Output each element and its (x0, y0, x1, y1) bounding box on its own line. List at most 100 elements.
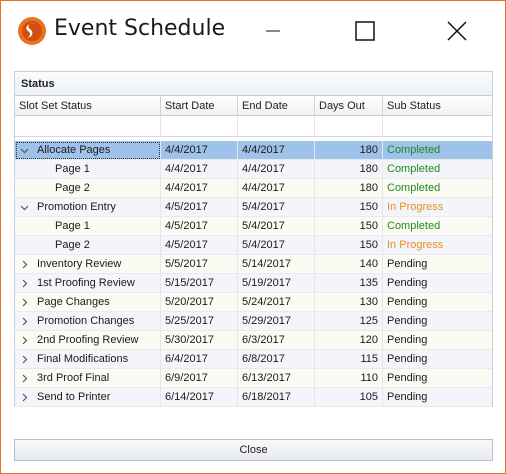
cell-slot-set-status[interactable]: Send to Printer (15, 388, 161, 407)
filter-cell-end-date[interactable] (238, 116, 315, 136)
chevron-down-icon (20, 205, 28, 211)
cell-start-date: 5/30/2017 (161, 331, 238, 350)
cell-start-date: 4/4/2017 (161, 160, 238, 179)
expand-toggle-collapsed[interactable] (15, 331, 33, 350)
expand-toggle-expanded[interactable] (15, 141, 33, 160)
table-row[interactable]: Page 2 4/5/2017 5/4/2017 150 In Progress (15, 236, 492, 255)
cell-start-date: 4/5/2017 (161, 217, 238, 236)
table-row[interactable]: Promotion Entry 4/5/2017 5/4/2017 150 In Pro… (15, 198, 492, 217)
cell-end-date: 5/4/2017 (238, 198, 315, 217)
expand-toggle-collapsed[interactable] (15, 312, 33, 331)
filter-cell-days-out[interactable] (315, 116, 383, 136)
table-row[interactable]: Page Changes 5/20/2017 5/24/2017 130 Pending (15, 293, 492, 312)
cell-start-date: 4/4/2017 (161, 179, 238, 198)
expand-toggle-collapsed[interactable] (15, 274, 33, 293)
expand-toggle-collapsed[interactable] (15, 293, 33, 312)
cell-days-out: 180 (315, 179, 383, 198)
cell-slot-set-status[interactable]: Promotion Changes (15, 312, 161, 331)
table-row[interactable]: Page 1 4/4/2017 4/4/2017 180 Completed (15, 160, 492, 179)
table-row[interactable]: Page 2 4/4/2017 4/4/2017 180 Completed (15, 179, 492, 198)
cell-start-date: 6/14/2017 (161, 388, 238, 407)
table-row[interactable]: 2nd Proofing Review 5/30/2017 6/3/2017 120 P… (15, 331, 492, 350)
cell-days-out: 150 (315, 217, 383, 236)
column-header-end-date[interactable]: End Date (238, 96, 315, 116)
cell-days-out: 115 (315, 350, 383, 369)
maximize-icon (355, 21, 375, 41)
table-row[interactable]: Promotion Changes 5/25/2017 5/29/2017 125 Pe… (15, 312, 492, 331)
chevron-right-icon (22, 279, 27, 288)
cell-slot-set-status[interactable]: Page 1 (15, 217, 161, 236)
cell-slot-set-status[interactable]: Page Changes (15, 293, 161, 312)
cell-days-out: 110 (315, 369, 383, 388)
expand-toggle-collapsed[interactable] (15, 350, 33, 369)
chevron-right-icon (22, 374, 27, 383)
cell-end-date: 5/19/2017 (238, 274, 315, 293)
cell-days-out: 135 (315, 274, 383, 293)
cell-sub-status: Pending (387, 277, 428, 289)
close-button[interactable]: Close (14, 439, 493, 461)
cell-sub-status: Completed (387, 220, 441, 232)
cell-slot-set-status[interactable]: Final Modifications (15, 350, 161, 369)
maximize-button[interactable] (342, 13, 388, 49)
cell-slot-set-status[interactable]: Allocate Pages (15, 141, 161, 160)
table-row[interactable]: Final Modifications 6/4/2017 6/8/2017 115 Pe… (15, 350, 492, 369)
cell-sub-status: Pending (387, 334, 428, 346)
filter-row (15, 116, 492, 137)
column-header-start-date[interactable]: Start Date (161, 96, 238, 116)
close-window-button[interactable] (434, 13, 480, 49)
minimize-button[interactable] (250, 13, 296, 49)
cell-sub-status: Pending (387, 353, 428, 365)
filter-cell-slot-set-status[interactable] (15, 116, 161, 136)
title-bar[interactable]: Event Schedule (1, 1, 505, 62)
cell-end-date: 6/3/2017 (238, 331, 315, 350)
panel-title: Status (15, 72, 492, 96)
cell-end-date: 4/4/2017 (238, 141, 315, 160)
cell-days-out: 125 (315, 312, 383, 331)
chevron-right-icon (22, 355, 27, 364)
minimize-icon (266, 30, 280, 32)
chevron-right-icon (22, 317, 27, 326)
cell-slot-set-status[interactable]: 1st Proofing Review (15, 274, 161, 293)
column-header-slot-set-status[interactable]: Slot Set Status (15, 96, 161, 116)
column-header-days-out[interactable]: Days Out (315, 96, 383, 116)
table-row[interactable]: Inventory Review 5/5/2017 5/14/2017 140 Pend… (15, 255, 492, 274)
expand-toggle-collapsed[interactable] (15, 388, 33, 407)
cell-days-out: 180 (315, 160, 383, 179)
cell-slot-set-status[interactable]: 2nd Proofing Review (15, 331, 161, 350)
cell-slot-set-status[interactable]: Inventory Review (15, 255, 161, 274)
expand-toggle-collapsed[interactable] (15, 255, 33, 274)
cell-sub-status: Completed (387, 144, 441, 156)
cell-sub-status: Pending (387, 296, 428, 308)
cell-days-out: 150 (315, 198, 383, 217)
cell-slot-set-status[interactable]: Page 2 (15, 179, 161, 198)
app-logo-icon (18, 17, 46, 45)
cell-days-out: 180 (315, 141, 383, 160)
cell-sub-status: Completed (387, 182, 441, 194)
filter-cell-sub-status[interactable] (383, 116, 492, 136)
table-row[interactable]: Allocate Pages 4/4/2017 4/4/2017 180 Complet… (15, 141, 492, 160)
table-row[interactable]: Send to Printer 6/14/2017 6/18/2017 105 Pend… (15, 388, 492, 407)
table-row[interactable]: Page 1 4/5/2017 5/4/2017 150 Completed (15, 217, 492, 236)
cell-slot-set-status[interactable]: Page 2 (15, 236, 161, 255)
table-row[interactable]: 3rd Proof Final 6/9/2017 6/13/2017 110 Pendi… (15, 369, 492, 388)
cell-start-date: 5/20/2017 (161, 293, 238, 312)
expand-toggle-expanded[interactable] (15, 198, 33, 217)
cell-days-out: 140 (315, 255, 383, 274)
cell-end-date: 5/29/2017 (238, 312, 315, 331)
cell-days-out: 105 (315, 388, 383, 407)
cell-slot-set-status[interactable]: 3rd Proof Final (15, 369, 161, 388)
cell-end-date: 5/4/2017 (238, 217, 315, 236)
expand-toggle-collapsed[interactable] (15, 369, 33, 388)
cell-slot-set-status[interactable]: Page 1 (15, 160, 161, 179)
cell-sub-status: Pending (387, 391, 428, 403)
cell-sub-status: Pending (387, 315, 428, 327)
cell-slot-set-status[interactable]: Promotion Entry (15, 198, 161, 217)
event-schedule-window: Event Schedule Status Slot Set Status St… (0, 0, 506, 474)
cell-days-out: 130 (315, 293, 383, 312)
chevron-down-icon (20, 148, 28, 154)
table-row[interactable]: 1st Proofing Review 5/15/2017 5/19/2017 135… (15, 274, 492, 293)
filter-cell-start-date[interactable] (161, 116, 238, 136)
cell-end-date: 5/24/2017 (238, 293, 315, 312)
column-header-sub-status[interactable]: Sub Status (383, 96, 492, 116)
cell-start-date: 4/5/2017 (161, 198, 238, 217)
